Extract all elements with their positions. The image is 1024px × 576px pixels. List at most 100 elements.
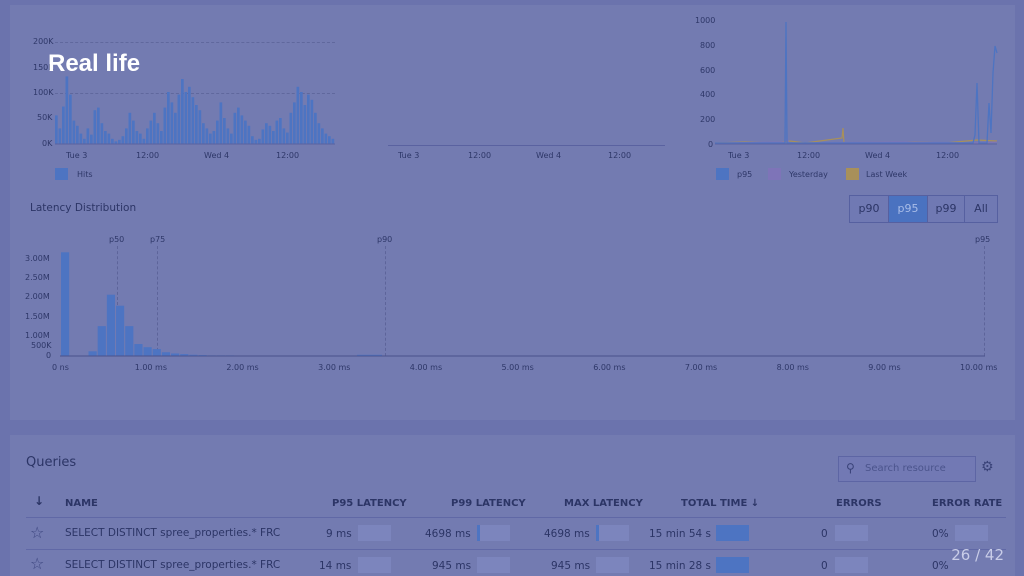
max-bar bbox=[596, 557, 629, 573]
sort-arrow-header[interactable]: ↓ bbox=[34, 494, 44, 508]
error-rate-value: 0% bbox=[932, 560, 949, 572]
middle-x-tick: Tue 3 bbox=[398, 151, 420, 160]
hits-bar bbox=[240, 115, 244, 144]
hits-bar bbox=[167, 92, 170, 144]
line-p95 bbox=[715, 21, 998, 144]
hits-bar bbox=[219, 102, 223, 144]
hits-x-tick: 12:00 bbox=[276, 151, 300, 160]
star-icon[interactable]: ☆ bbox=[30, 523, 44, 542]
dist-y-tick: 3.00M bbox=[25, 254, 50, 263]
total-value: 15 min 28 s bbox=[649, 560, 712, 572]
hits-bar bbox=[286, 132, 289, 144]
hits-bar bbox=[198, 110, 202, 144]
legend-swatch-yesterday bbox=[768, 168, 781, 180]
dist-x-tick: 6.00 ms bbox=[593, 363, 626, 372]
dist-x-tick: 3.00 ms bbox=[318, 363, 351, 372]
max-bar bbox=[596, 525, 629, 541]
hits-bar bbox=[93, 110, 97, 144]
star-icon[interactable]: ☆ bbox=[30, 554, 44, 573]
hits-bar bbox=[307, 94, 310, 144]
hits-bar bbox=[79, 133, 83, 144]
histogram-bar bbox=[106, 294, 116, 356]
hits-bar bbox=[205, 128, 209, 144]
hits-bar bbox=[237, 107, 240, 144]
overlay-title: Real life bbox=[48, 50, 141, 77]
hits-legend-swatch bbox=[55, 168, 68, 180]
hits-bar bbox=[146, 128, 149, 144]
max-value: 4698 ms bbox=[544, 528, 590, 540]
column-header-p99[interactable]: P99 LATENCY bbox=[451, 498, 526, 509]
column-header-error-rate[interactable]: ERROR RATE bbox=[932, 498, 1002, 509]
column-header-max[interactable]: MAX LATENCY bbox=[564, 498, 643, 509]
total-value: 15 min 54 s bbox=[649, 528, 712, 540]
hits-bar bbox=[55, 115, 58, 144]
hits-x-tick: Wed 4 bbox=[204, 151, 230, 160]
toggle-p99[interactable]: p99 bbox=[927, 195, 965, 223]
latency-x-tick: Tue 3 bbox=[728, 151, 750, 160]
hits-bar bbox=[230, 133, 233, 144]
search-input[interactable]: Search resource bbox=[865, 463, 946, 474]
hits-y-tick: 200K bbox=[33, 37, 54, 46]
column-header-total[interactable]: TOTAL TIME ↓ bbox=[681, 498, 759, 509]
latency-lines bbox=[715, 21, 998, 145]
histogram-bar bbox=[61, 252, 70, 356]
hits-bar bbox=[139, 133, 142, 144]
hits-y-tick: 0K bbox=[42, 139, 53, 148]
dist-x-tick: 7.00 ms bbox=[684, 363, 718, 372]
hits-bar bbox=[279, 118, 282, 144]
hits-bar bbox=[251, 136, 254, 144]
toggle-p95[interactable]: p95 bbox=[888, 195, 928, 223]
hits-bar bbox=[317, 123, 321, 144]
legend-swatch-p95 bbox=[716, 168, 729, 180]
dist-x-tick: 10.00 ms bbox=[960, 363, 998, 372]
middle-x-tick: Wed 4 bbox=[536, 151, 562, 160]
hits-bar bbox=[104, 131, 107, 144]
legend-label-last-week: Last Week bbox=[866, 170, 908, 179]
gear-icon[interactable]: ⚙ bbox=[981, 459, 994, 475]
p99-value: 4698 ms bbox=[425, 528, 471, 540]
dist-y-tick: 1.00M bbox=[25, 331, 50, 340]
hits-bar bbox=[181, 79, 184, 144]
legend-swatch-last-week bbox=[846, 168, 859, 180]
hits-bar bbox=[275, 120, 279, 144]
toggle-p90[interactable]: p90 bbox=[849, 195, 889, 223]
hits-bar bbox=[170, 102, 174, 144]
hits-bar bbox=[209, 133, 212, 144]
hits-bar bbox=[212, 131, 216, 144]
hits-bar bbox=[202, 123, 205, 144]
column-header-errors[interactable]: ERRORS bbox=[836, 498, 882, 509]
middle-x-tick: 12:00 bbox=[468, 151, 492, 160]
dist-y-tick: 2.00M bbox=[25, 292, 50, 301]
errors-value: 0 bbox=[821, 528, 828, 540]
hits-bar bbox=[65, 76, 69, 144]
marker-p90: p90 bbox=[377, 235, 393, 244]
latency-y-tick: 1000 bbox=[695, 16, 716, 25]
errors-value: 0 bbox=[821, 560, 828, 572]
hits-bar bbox=[107, 133, 111, 144]
latency-y-tick: 200 bbox=[700, 115, 716, 124]
histogram-bar bbox=[161, 352, 171, 356]
legend-label-p95: p95 bbox=[737, 170, 753, 179]
column-header-name[interactable]: NAME bbox=[65, 498, 98, 509]
hits-bar bbox=[156, 123, 160, 144]
dist-x-tick: 4.00 ms bbox=[409, 363, 443, 372]
toggle-all[interactable]: All bbox=[964, 195, 998, 223]
legend-label-yesterday: Yesterday bbox=[789, 170, 828, 179]
latency-x-tick: Wed 4 bbox=[865, 151, 891, 160]
p99-value: 945 ms bbox=[432, 560, 472, 572]
hits-bar bbox=[226, 128, 230, 144]
hits-bar bbox=[191, 97, 195, 144]
dist-x-tick: 8.00 ms bbox=[776, 363, 809, 372]
middle-x-tick: 12:00 bbox=[608, 151, 632, 160]
header-divider bbox=[26, 517, 1006, 518]
hits-bar bbox=[118, 139, 121, 144]
hits-bar bbox=[97, 107, 100, 144]
total-bar bbox=[716, 557, 749, 573]
errors-bar bbox=[835, 557, 868, 573]
errors-bar bbox=[835, 525, 868, 541]
search-box[interactable]: ⚲ Search resource bbox=[838, 456, 976, 482]
hits-bar bbox=[247, 125, 251, 144]
hits-bar bbox=[321, 128, 324, 144]
hits-legend-label: Hits bbox=[77, 170, 93, 179]
column-header-p95[interactable]: P95 LATENCY bbox=[332, 498, 407, 509]
